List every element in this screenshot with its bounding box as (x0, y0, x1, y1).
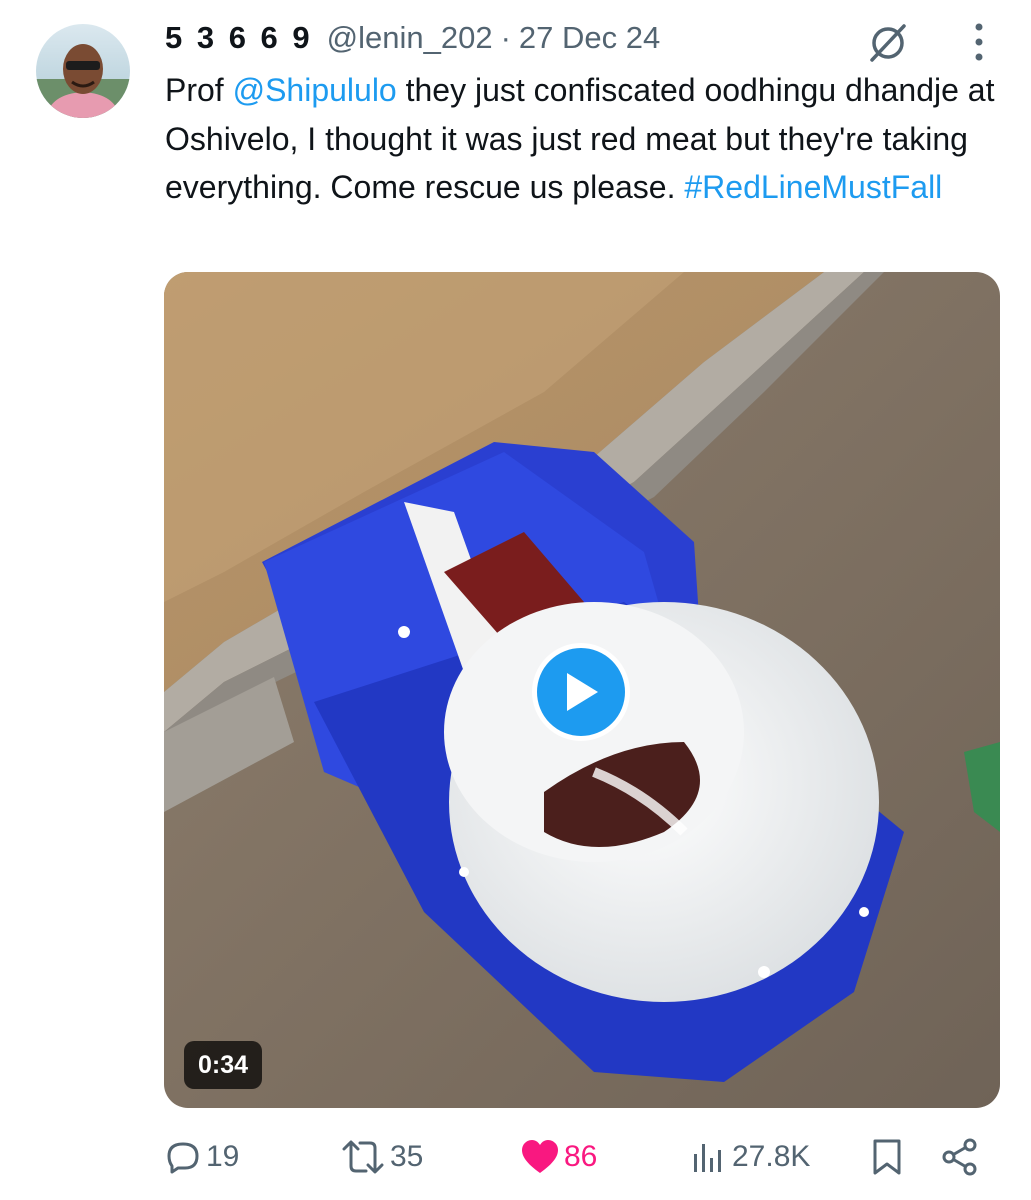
like-count: 86 (564, 1140, 598, 1173)
play-button[interactable] (532, 643, 630, 741)
grok-icon[interactable] (866, 20, 910, 64)
share-icon (942, 1138, 977, 1176)
tweet-header: 5 3 6 6 9 @lenin_202 · 27 Dec 24 (165, 16, 865, 60)
avatar-image (36, 24, 130, 118)
author-handle[interactable]: @lenin_202 (327, 20, 493, 56)
repost-icon (342, 1140, 384, 1174)
author-name[interactable]: 5 3 6 6 9 (165, 20, 313, 56)
views-chart-icon (694, 1144, 721, 1172)
separator-dot: · (500, 20, 511, 55)
bookmark-icon (873, 1139, 901, 1175)
tweet-text: Prof @Shipululo they just confiscated oo… (165, 66, 995, 212)
mention-link[interactable]: @Shipululo (233, 72, 397, 108)
views-button[interactable]: 27.8K (690, 1132, 810, 1182)
heart-icon (522, 1140, 558, 1173)
reply-icon (167, 1142, 199, 1174)
more-options-icon[interactable] (964, 18, 994, 64)
like-button[interactable]: 86 (520, 1132, 597, 1182)
repost-button[interactable]: 35 (340, 1132, 423, 1182)
author-avatar[interactable] (36, 24, 130, 118)
hashtag-link[interactable]: #RedLineMustFall (684, 169, 942, 205)
share-button[interactable] (940, 1132, 980, 1182)
reply-button[interactable]: 19 (164, 1132, 239, 1182)
repost-count: 35 (390, 1140, 424, 1173)
reply-count: 19 (206, 1140, 240, 1173)
video-duration: 0:34 (184, 1041, 263, 1089)
play-icon (567, 673, 598, 711)
tweet-text-part-1: Prof (165, 72, 233, 108)
bookmark-button[interactable] (868, 1132, 906, 1182)
tweet-date[interactable]: 27 Dec 24 (519, 20, 660, 56)
views-count: 27.8K (732, 1140, 811, 1173)
